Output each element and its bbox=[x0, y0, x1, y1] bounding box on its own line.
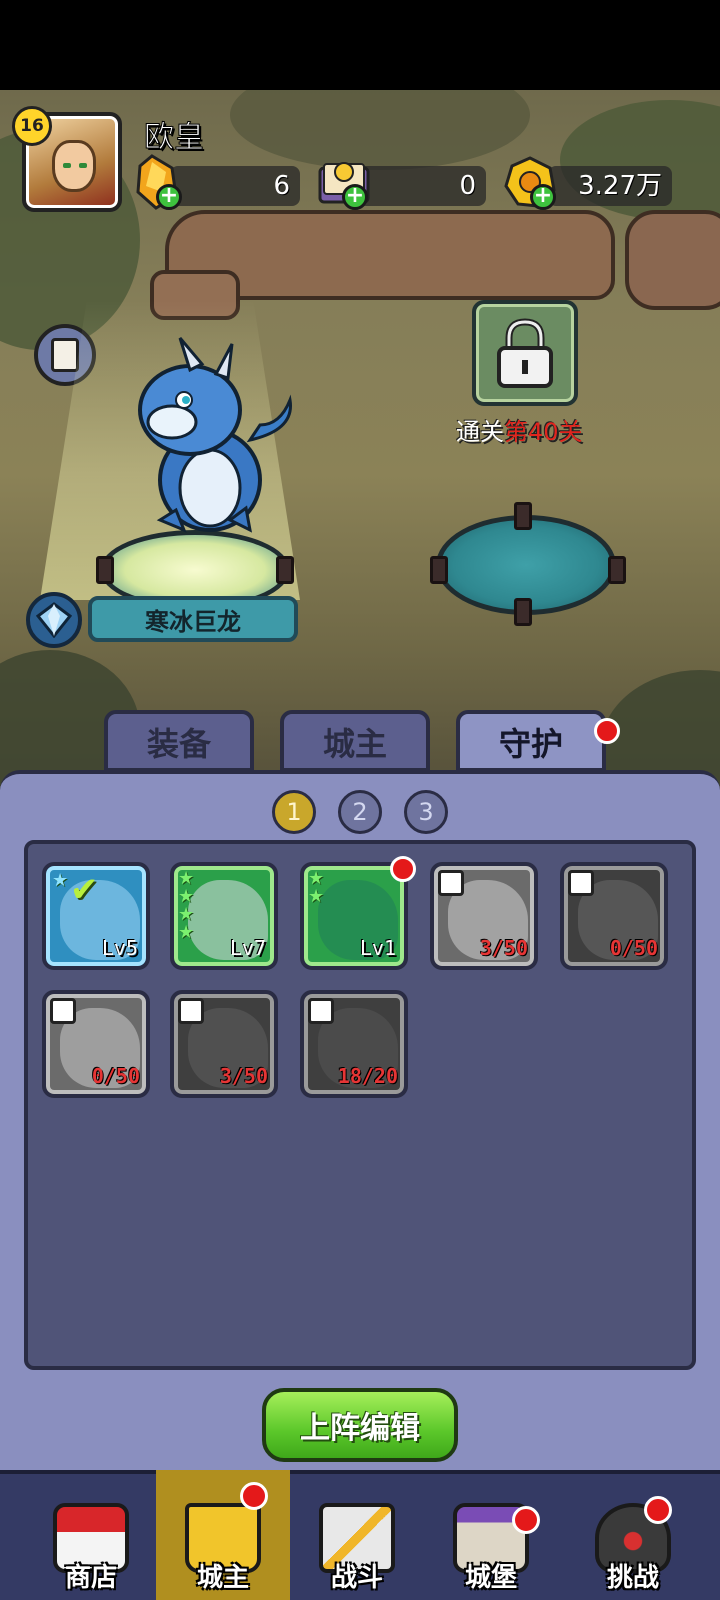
diamond-skill-icon[interactable] bbox=[26, 592, 82, 648]
nav-lord-badge bbox=[240, 1482, 268, 1510]
guardian-level: Lv5 bbox=[101, 936, 138, 960]
add-amber-button[interactable]: + bbox=[156, 184, 182, 210]
puzzle-piece-icon bbox=[178, 998, 204, 1024]
guardian-card-locked[interactable]: 3/50 bbox=[170, 990, 278, 1098]
nav-shop[interactable]: 商店 bbox=[24, 1470, 158, 1600]
fragment-count: 0/50 bbox=[91, 1064, 140, 1088]
fragment-count: 0/50 bbox=[609, 936, 658, 960]
scroll-icon bbox=[51, 338, 79, 372]
guardian-card-locked[interactable]: 18/20 bbox=[300, 990, 408, 1098]
pedestal-post bbox=[430, 556, 448, 584]
pedestal-post bbox=[276, 556, 294, 584]
guardian-level: Lv1 bbox=[359, 936, 396, 960]
tab-equipment[interactable]: 装备 bbox=[104, 710, 254, 772]
puzzle-piece-icon bbox=[50, 998, 76, 1024]
guardian-card-locked[interactable]: 0/50 bbox=[42, 990, 150, 1098]
guardian-card-locked[interactable]: 0/50 bbox=[560, 862, 668, 970]
page-button-1[interactable]: 1 bbox=[272, 790, 316, 834]
nav-shop-label: 商店 bbox=[64, 1563, 117, 1593]
unlock-prefix: 通关 bbox=[456, 418, 504, 446]
avatar-face bbox=[52, 140, 96, 192]
lineup-edit-button[interactable]: 上阵编辑 bbox=[262, 1388, 458, 1462]
fragment-count: 3/50 bbox=[479, 936, 528, 960]
player-name: 欧皇 bbox=[144, 120, 205, 156]
puzzle-piece-icon bbox=[568, 870, 594, 896]
page-button-3[interactable]: 3 bbox=[404, 790, 448, 834]
dragon-name-plate: 寒冰巨龙 bbox=[88, 596, 298, 642]
game-screen: 16 欧皇 6 + 0 + 3.27万 + 通关第40关 寒冰巨龙 装备 城主 … bbox=[0, 0, 720, 1600]
gold-coin-count: 3.27万 bbox=[548, 166, 672, 206]
player-level-badge: 16 bbox=[12, 106, 52, 146]
guardian-card[interactable]: ★ ★ ★ ★ Lv7 bbox=[170, 862, 278, 970]
rock-slab-right bbox=[625, 210, 720, 310]
fragment-count: 18/20 bbox=[337, 1064, 398, 1088]
guardian-card[interactable]: ★ ✔ Lv5 bbox=[42, 862, 150, 970]
nav-castle-badge bbox=[512, 1506, 540, 1534]
avatar-eye bbox=[79, 163, 87, 168]
guardian-card[interactable]: ★ ★ Lv1 bbox=[300, 862, 408, 970]
avatar-eye bbox=[63, 163, 71, 168]
lock-icon bbox=[497, 318, 553, 388]
amber-crystal-count: 6 bbox=[170, 166, 300, 206]
guardian-card-locked[interactable]: 3/50 bbox=[430, 862, 538, 970]
puzzle-piece-icon bbox=[308, 998, 334, 1024]
add-book-button[interactable]: + bbox=[342, 184, 368, 210]
guardian-level: Lv7 bbox=[229, 936, 266, 960]
nav-castle-label: 城堡 bbox=[464, 1563, 517, 1593]
nav-castle[interactable]: 城堡 bbox=[424, 1470, 558, 1600]
selected-check-icon: ✔ bbox=[70, 870, 99, 910]
spell-book-count: 0 bbox=[358, 166, 486, 206]
bush-top bbox=[230, 90, 530, 170]
nav-challenge-label: 挑战 bbox=[606, 1563, 659, 1593]
tab-lord[interactable]: 城主 bbox=[280, 710, 430, 772]
locked-slot[interactable] bbox=[472, 300, 578, 406]
page-button-2[interactable]: 2 bbox=[338, 790, 382, 834]
star-icon: ★ bbox=[178, 922, 195, 943]
add-gold-button[interactable]: + bbox=[530, 184, 556, 210]
fragment-count: 3/50 bbox=[219, 1064, 268, 1088]
pedestal-post bbox=[608, 556, 626, 584]
status-bar bbox=[0, 0, 720, 90]
ice-dragon-sprite[interactable] bbox=[120, 330, 300, 540]
puzzle-piece-icon bbox=[438, 870, 464, 896]
pedestal-post bbox=[514, 502, 532, 530]
star-icon: ★ bbox=[52, 870, 69, 891]
unlock-level: 第40关 bbox=[504, 418, 583, 446]
tab-guardian-badge bbox=[594, 718, 620, 744]
guardian-card-badge bbox=[390, 856, 416, 882]
tab-guardian[interactable]: 守护 bbox=[456, 710, 606, 772]
nav-lord-label: 城主 bbox=[196, 1563, 249, 1593]
nav-lord[interactable]: 城主 bbox=[156, 1470, 290, 1600]
nav-battle[interactable]: 战斗 bbox=[290, 1470, 424, 1600]
unlock-requirement: 通关第40关 bbox=[456, 412, 583, 447]
nav-battle-label: 战斗 bbox=[330, 1563, 383, 1593]
nav-challenge[interactable]: 挑战 bbox=[566, 1470, 700, 1600]
pedestal-post bbox=[514, 598, 532, 626]
nav-challenge-badge bbox=[644, 1496, 672, 1524]
pedestal-post bbox=[96, 556, 114, 584]
star-icon: ★ bbox=[308, 886, 325, 907]
